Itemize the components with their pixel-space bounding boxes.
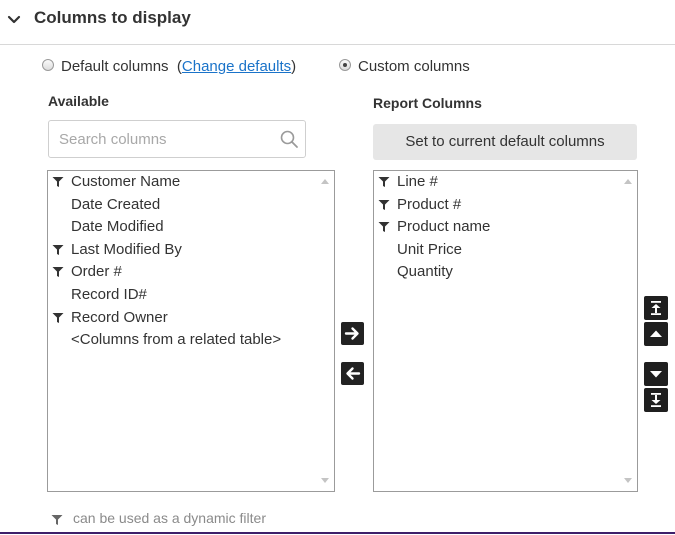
search-box[interactable] — [48, 120, 306, 158]
move-to-bottom-button[interactable] — [644, 388, 668, 412]
list-item-label: Customer Name — [71, 173, 181, 190]
search-input[interactable] — [59, 129, 269, 149]
report-columns-title: Report Columns — [373, 95, 482, 111]
move-up-button[interactable] — [644, 322, 668, 346]
filter-funnel-icon — [378, 199, 390, 210]
list-item-label: Order # — [71, 263, 122, 281]
filter-funnel-icon — [52, 177, 64, 187]
arrow-left-icon — [346, 367, 361, 380]
custom-columns-radio[interactable] — [339, 59, 351, 71]
section-title: Columns to display — [34, 8, 191, 27]
paren-close: ) — [291, 58, 297, 75]
list-item-label: Product name — [397, 218, 491, 236]
list-item[interactable]: Record Owner — [48, 307, 334, 329]
filter-legend-text: can be used as a dynamic filter — [73, 510, 266, 526]
remove-column-button[interactable] — [341, 362, 364, 385]
list-item[interactable]: Order # — [48, 261, 334, 283]
list-item-label: Unit Price — [397, 240, 463, 258]
list-item[interactable]: Product # — [374, 194, 637, 216]
move-down-button[interactable] — [644, 362, 668, 386]
list-item-label: Record ID# — [71, 286, 147, 303]
move-up-icon — [650, 330, 662, 337]
search-icon[interactable] — [279, 129, 299, 149]
move-to-top-button[interactable] — [644, 296, 668, 320]
bottom-divider — [0, 532, 675, 534]
scroll-down-arrow[interactable] — [321, 478, 329, 483]
move-to-bottom-icon — [651, 393, 661, 407]
custom-columns-label[interactable]: Custom columns — [358, 58, 470, 75]
add-column-button[interactable] — [341, 322, 364, 345]
list-item[interactable]: Date Created — [48, 194, 334, 216]
list-item[interactable]: Record ID# — [48, 284, 334, 306]
list-item[interactable]: Last Modified By — [48, 239, 334, 261]
scroll-down-arrow[interactable] — [624, 478, 632, 483]
available-columns-list[interactable]: Customer Name Date Created Date Modified La… — [47, 170, 335, 492]
list-item-label: Record Owner — [71, 308, 168, 326]
filter-funnel-icon — [52, 312, 64, 323]
list-item-label: Date Modified — [71, 218, 164, 236]
default-columns-radio[interactable] — [42, 59, 54, 71]
move-down-icon — [650, 371, 662, 378]
filter-funnel-icon — [51, 515, 63, 525]
list-item-label: <Columns from a related table> — [71, 331, 282, 349]
set-to-default-columns-button[interactable]: Set to current default columns — [373, 124, 637, 160]
change-defaults-link[interactable]: Change defaults — [182, 58, 291, 75]
filter-funnel-icon — [378, 222, 390, 233]
filter-funnel-icon — [52, 267, 64, 278]
filter-funnel-icon — [52, 244, 64, 255]
report-columns-list[interactable]: Line # Product # Product name Unit Price Qua… — [373, 170, 638, 492]
list-item[interactable]: Unit Price — [374, 239, 637, 261]
list-item-label: Product # — [397, 195, 462, 213]
default-columns-label[interactable]: Default columns (Change defaults) — [61, 58, 296, 75]
list-item[interactable]: Line # — [374, 171, 637, 193]
list-item[interactable]: Date Modified — [48, 216, 334, 238]
list-item-label: Quantity — [397, 263, 453, 281]
list-item[interactable]: Quantity — [374, 261, 637, 283]
list-item-label: Last Modified By — [71, 240, 182, 258]
list-item[interactable]: <Columns from a related table> — [48, 329, 334, 351]
list-item-label: Date Created — [71, 195, 161, 213]
move-to-top-icon — [651, 301, 661, 315]
list-item[interactable]: Customer Name — [48, 171, 334, 193]
list-item-label: Line # — [397, 173, 438, 190]
list-item[interactable]: Product name — [374, 216, 637, 238]
section-header[interactable]: Columns to display — [0, 0, 675, 45]
filter-funnel-icon — [378, 177, 390, 187]
chevron-down-icon[interactable] — [6, 12, 22, 28]
arrow-right-icon — [344, 327, 359, 340]
available-title: Available — [48, 93, 109, 109]
